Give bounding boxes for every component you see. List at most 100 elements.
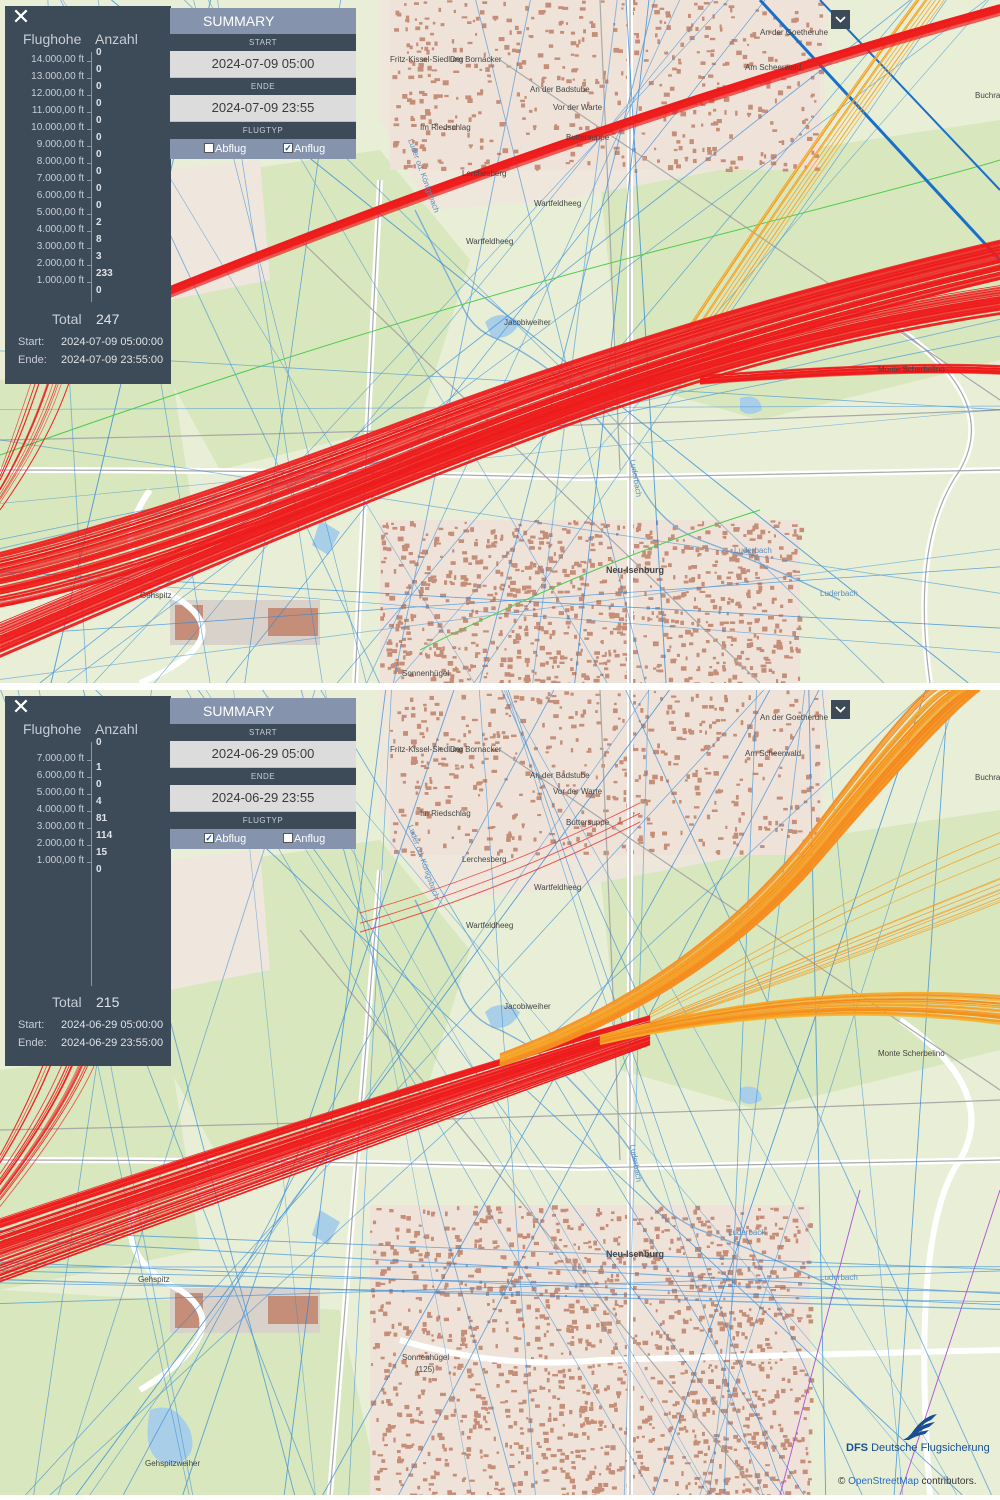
departure-checkbox[interactable]: ✓: [204, 833, 214, 843]
altitude-label: 6.000,00 ft: [36, 770, 84, 781]
departure-checkbox[interactable]: [204, 143, 214, 153]
map-label: (125): [416, 1365, 435, 1374]
end-label: Ende:: [18, 354, 47, 366]
map-label: Buttersuppe: [566, 133, 610, 142]
flight-type-label: FLUGTYP: [170, 122, 356, 139]
total-label: Total: [52, 311, 82, 327]
count-value: 0: [96, 115, 102, 126]
altitude-label: 7.000,00 ft: [36, 173, 84, 184]
altitude-row: 5.000,00 ft 4: [5, 787, 171, 807]
pane-divider: [0, 683, 1000, 690]
map-label: Im Riedschlag: [420, 123, 471, 132]
map-label: Luderbach: [820, 589, 858, 598]
start-field-label: START: [170, 724, 356, 741]
count-value: 233: [96, 268, 113, 279]
map-label: An der Goetheruhe: [760, 713, 829, 722]
altitude-row: 4.000,00 ft 2: [5, 217, 171, 240]
altitude-row: 4.000,00 ft 81: [5, 804, 171, 824]
map-label: Lerchesberg: [462, 855, 506, 864]
count-value: 0: [96, 64, 102, 75]
count-value: 0: [96, 285, 102, 296]
altitude-column-header: Flughohe: [23, 721, 82, 737]
map-attribution: © OpenStreetMap contributors.: [838, 1476, 977, 1487]
collapse-toggle-button[interactable]: [831, 700, 850, 719]
altitude-label: 13.000,00 ft: [31, 71, 84, 82]
count-value: 0: [96, 81, 102, 92]
start-label: Start:: [18, 1019, 45, 1031]
flight-type-options: ✓ Abflug Anflug: [170, 829, 356, 849]
arrival-checkbox[interactable]: [283, 833, 293, 843]
map-label: Luderbach: [734, 546, 772, 555]
start-field-label: START: [170, 34, 356, 51]
total-label: Total: [52, 994, 82, 1010]
altitude-label: 7.000,00 ft: [36, 753, 84, 764]
summary-panel: SUMMARY START 2024-07-09 05:00 ENDE 2024…: [170, 8, 356, 159]
arrival-label: Anflug: [294, 143, 326, 155]
altitude-label: 4.000,00 ft: [36, 804, 84, 815]
map-label: Monte Scherbelino: [878, 1049, 945, 1058]
map-label: Der Bornacker: [450, 745, 502, 754]
altitude-row: 11.000,00 ft 0: [5, 98, 171, 121]
start-value: 2024-07-09 05:00:00: [61, 336, 164, 348]
end-field-label: ENDE: [170, 78, 356, 95]
altitude-row: 6.000,00 ft 0: [5, 770, 171, 790]
openstreetmap-link[interactable]: OpenStreetMap: [848, 1476, 919, 1487]
count-value: 0: [96, 149, 102, 160]
altitude-row: 9.000,00 ft 0: [5, 132, 171, 155]
count-value: 0: [96, 183, 102, 194]
altitude-label: 14.000,00 ft: [31, 54, 84, 65]
altitude-row: 2.000,00 ft 3: [5, 251, 171, 274]
map-label: Am Scheerwald: [745, 749, 801, 758]
map-label: Gehspitz: [140, 591, 172, 600]
collapse-toggle-button[interactable]: [831, 10, 850, 29]
map-label: Luderbach: [820, 1273, 858, 1282]
map-label: Monte Scherbelino: [878, 365, 945, 374]
altitude-row: 12.000,00 ft 0: [5, 81, 171, 104]
map-label: Lerchesberg: [462, 169, 506, 178]
altitude-label: 3.000,00 ft: [36, 821, 84, 832]
altitude-row: 13.000,00 ft 0: [5, 64, 171, 87]
map-label: Gehspitz: [138, 1275, 170, 1284]
start-label: Start:: [18, 336, 45, 348]
map-label: An der Goetheruhe: [760, 28, 829, 37]
altitude-row: 8.000,00 ft 0: [5, 149, 171, 172]
map-label: Buchrain: [975, 773, 1000, 782]
altitude-row: 1.000,00 ft 0: [5, 855, 171, 875]
altitude-label: 2.000,00 ft: [36, 258, 84, 269]
summary-title: SUMMARY: [170, 698, 356, 724]
altitude-label: 1.000,00 ft: [36, 855, 84, 866]
altitude-row: 6.000,00 ft 0: [5, 183, 171, 206]
flight-type-options: Abflug ✓ Anflug: [170, 139, 356, 159]
map-label: Wartfeldheeg: [534, 883, 581, 892]
summary-title: SUMMARY: [170, 8, 356, 34]
altitude-row: 10.000,00 ft 0: [5, 115, 171, 138]
start-date-field[interactable]: 2024-07-09 05:00: [170, 51, 356, 78]
end-label: Ende:: [18, 1037, 47, 1049]
map-label: Neu-Isenburg: [606, 1249, 664, 1259]
altitude-label: 11.000,00 ft: [31, 105, 84, 116]
map-label: Wartfeldheeg: [466, 237, 513, 246]
close-icon[interactable]: ✕: [11, 7, 31, 29]
altitude-label: 6.000,00 ft: [36, 190, 84, 201]
start-value: 2024-06-29 05:00:00: [61, 1019, 164, 1031]
count-column-header: Anzahl: [95, 721, 138, 737]
map-label: Buttersuppe: [566, 818, 610, 827]
end-field-label: ENDE: [170, 768, 356, 785]
start-date-field[interactable]: 2024-06-29 05:00: [170, 741, 356, 768]
map-label: Der Bornacker: [450, 55, 502, 64]
dfs-logo-icon: [903, 1414, 937, 1440]
altitude-row: 3.000,00 ft 8: [5, 234, 171, 257]
end-date-field[interactable]: 2024-06-29 23:55: [170, 785, 356, 812]
total-value: 247: [96, 311, 120, 327]
map-pane-departures[interactable]: Fritz-Kissel-Siedlung Der Bornacker An d…: [0, 690, 1000, 1495]
end-date-field[interactable]: 2024-07-09 23:55: [170, 95, 356, 122]
close-icon[interactable]: ✕: [11, 697, 31, 719]
altitude-label: 10.000,00 ft: [31, 122, 84, 133]
count-value: 0: [96, 98, 102, 109]
map-pane-arrivals[interactable]: Fritz-Kissel-Siedlung Der Bornacker An d…: [0, 0, 1000, 683]
map-label: Wartfeldheeg: [466, 921, 513, 930]
altitude-stats-panel: ✕ Flughohe Anzahl 0 7.000,00 ft 1 6.000,0…: [5, 696, 171, 1066]
arrival-checkbox[interactable]: ✓: [283, 143, 293, 153]
count-value: 0: [96, 47, 102, 58]
altitude-label: 5.000,00 ft: [36, 207, 84, 218]
